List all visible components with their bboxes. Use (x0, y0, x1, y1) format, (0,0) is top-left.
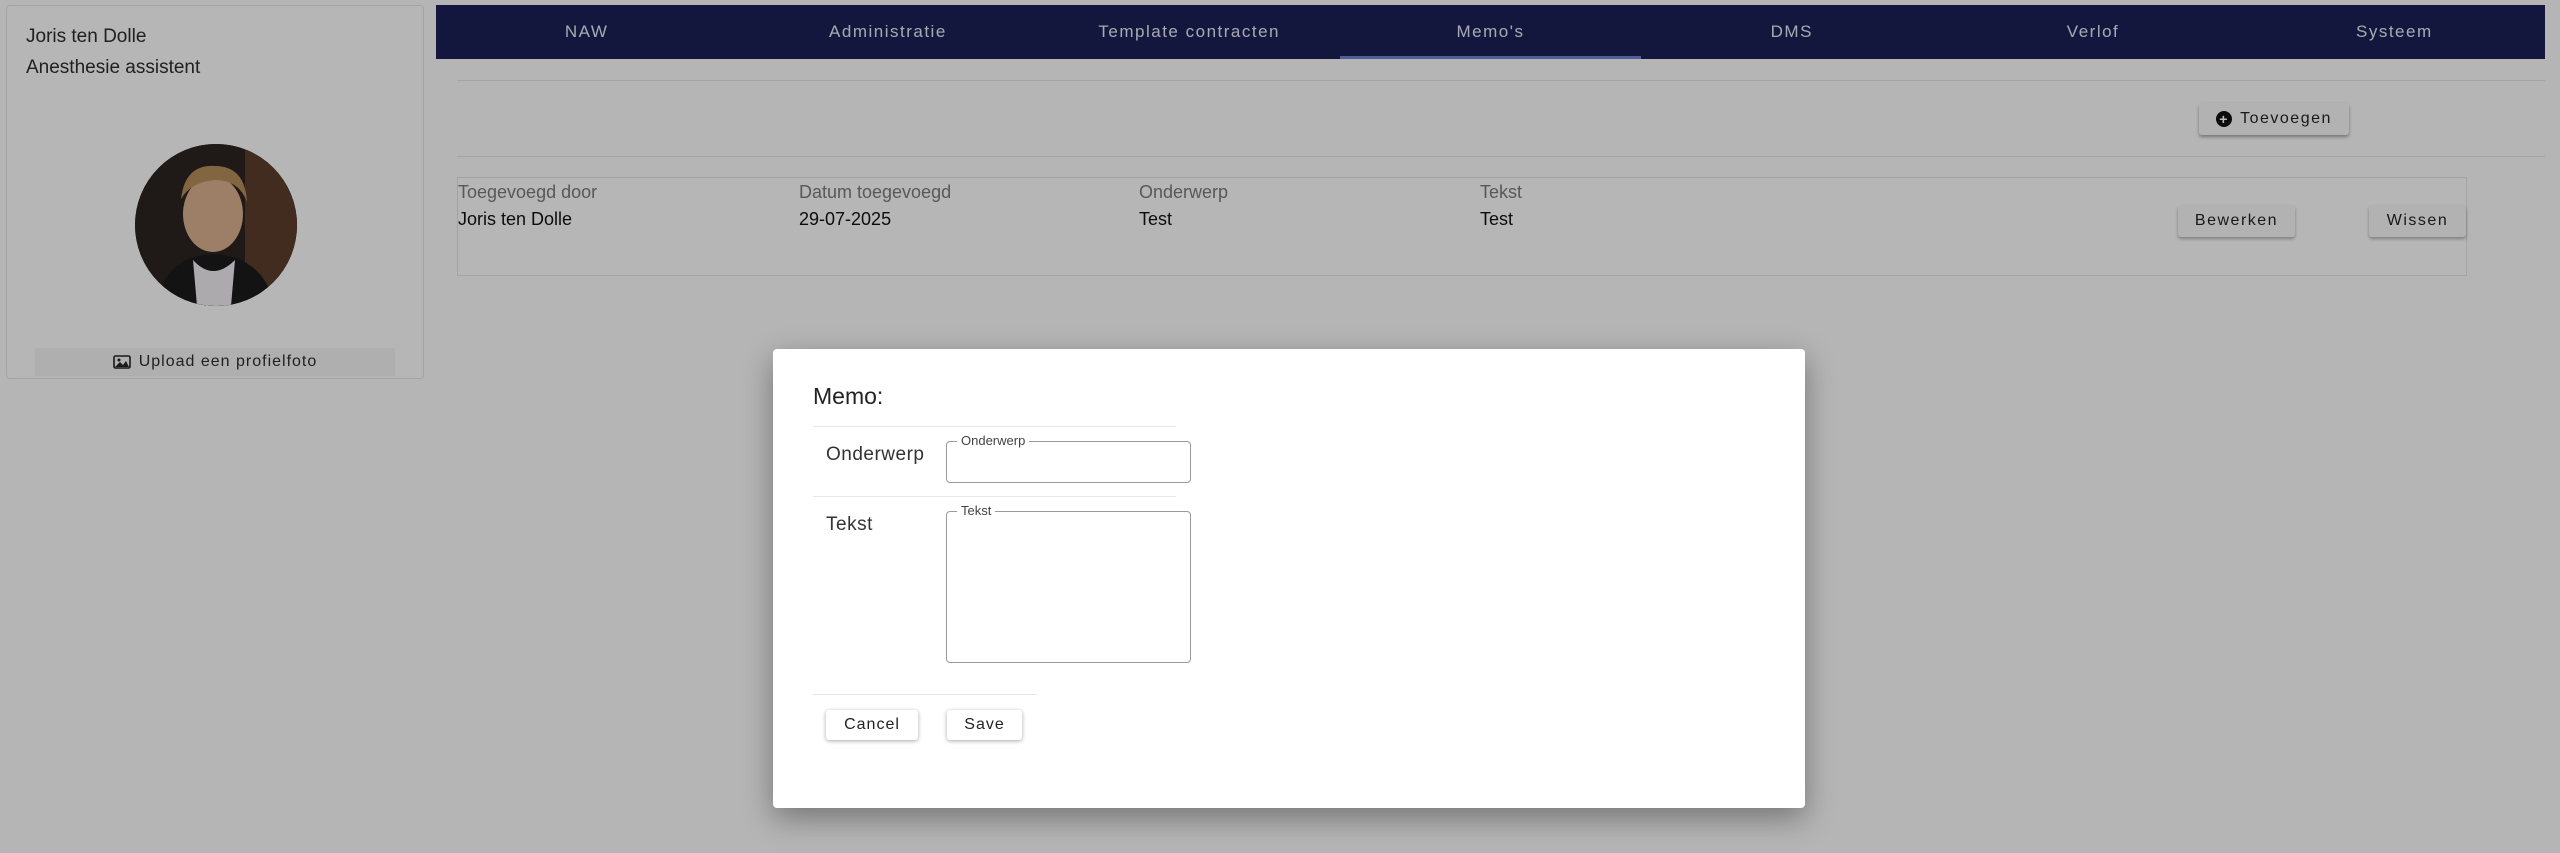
subject-field[interactable]: Onderwerp (946, 433, 1191, 483)
cancel-button[interactable]: Cancel (826, 710, 918, 740)
divider (813, 426, 1176, 427)
subject-legend: Onderwerp (957, 433, 1030, 448)
dialog-title: Memo: (813, 383, 884, 409)
subject-input[interactable] (947, 442, 1190, 482)
subject-label: Onderwerp (826, 444, 925, 465)
text-field[interactable]: Tekst (946, 503, 1191, 663)
text-legend: Tekst (957, 503, 996, 518)
save-button[interactable]: Save (947, 710, 1022, 740)
memo-dialog: Memo: Onderwerp Onderwerp Tekst Tekst Ca… (773, 349, 1805, 808)
text-label: Tekst (826, 514, 873, 535)
text-textarea[interactable] (947, 512, 1190, 662)
divider (813, 496, 1176, 497)
divider (813, 694, 1037, 695)
